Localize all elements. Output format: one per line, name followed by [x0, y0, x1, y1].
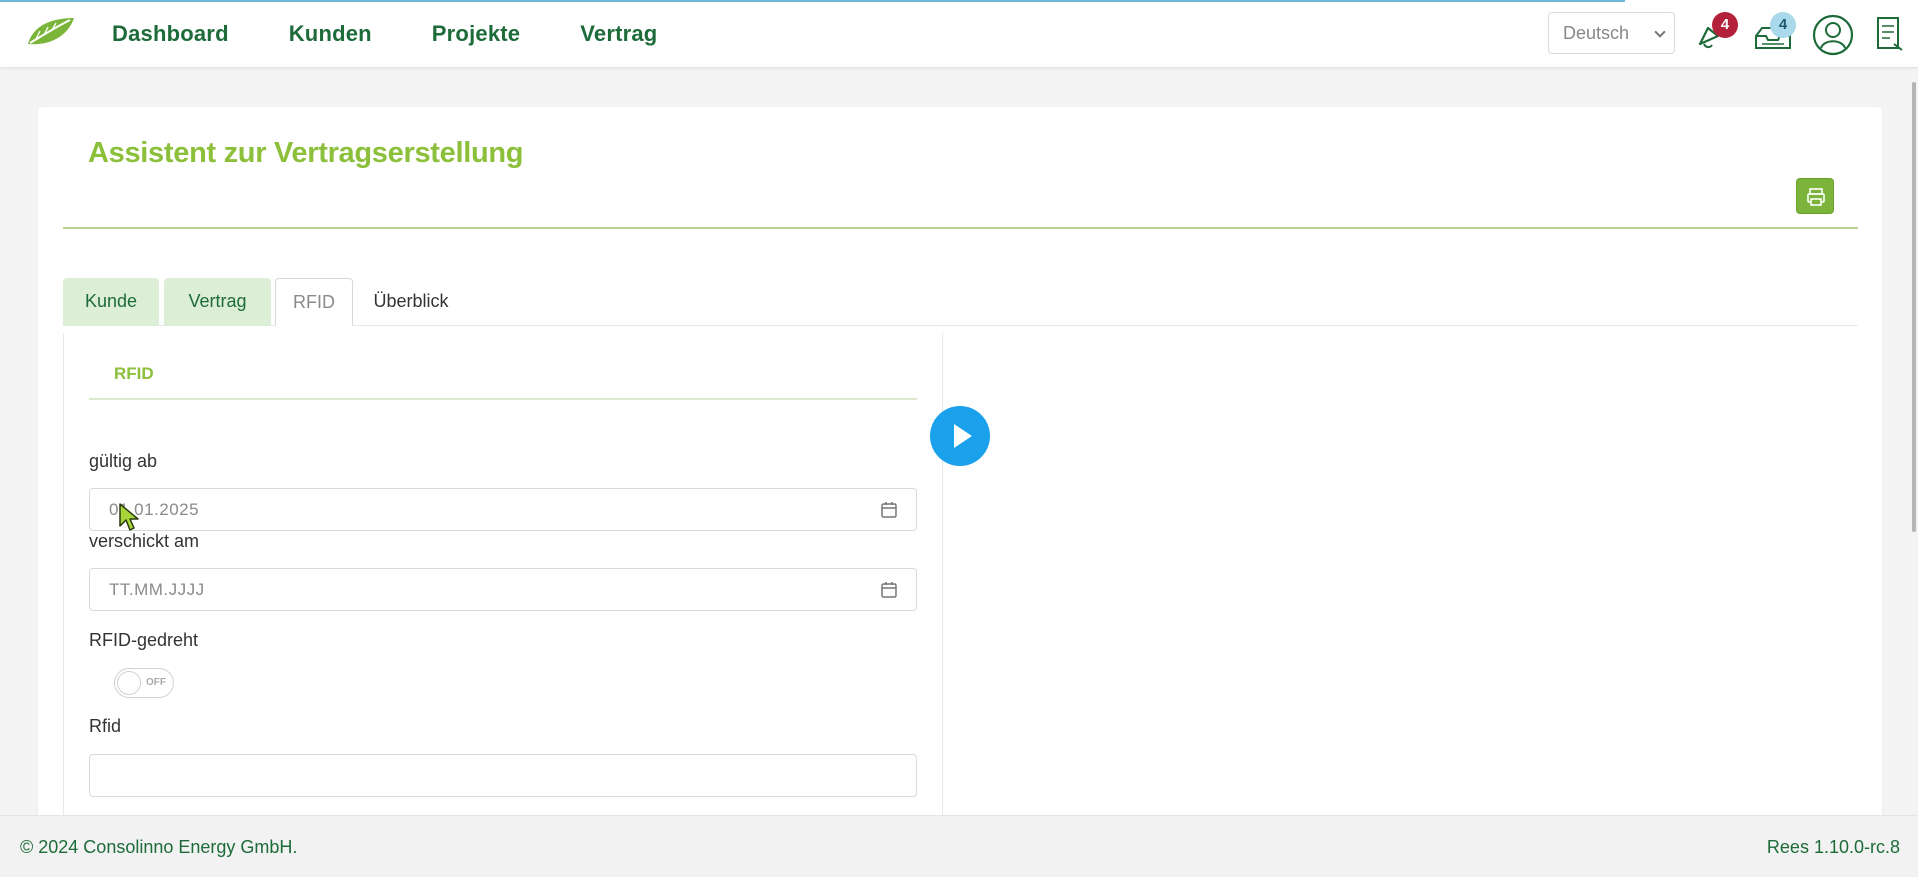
section-title: RFID — [114, 364, 154, 383]
rfid-turned-toggle[interactable]: OFF — [114, 668, 174, 698]
notifications-button[interactable]: 4 — [1694, 12, 1738, 54]
brand-logo[interactable] — [24, 14, 78, 50]
tasks-button[interactable]: 4 — [1752, 12, 1796, 54]
user-avatar-icon — [1812, 14, 1854, 56]
documents-button[interactable] — [1872, 14, 1912, 54]
section-divider — [89, 398, 917, 400]
rfid-turned-label: RFID-gedreht — [89, 630, 199, 650]
mouse-cursor-icon — [119, 503, 139, 531]
contract-wizard-card: Assistent zur Vertragserstellung Kunde V… — [38, 107, 1882, 847]
notifications-badge: 4 — [1712, 12, 1738, 38]
nav-vertrag[interactable]: Vertrag — [580, 21, 657, 47]
rfid-label: Rfid — [89, 716, 122, 736]
sent-on-label: verschickt am — [89, 531, 200, 551]
footer: © 2024 Consolinno Energy GmbH. Rees 1.10… — [0, 815, 1918, 877]
toggle-knob — [117, 671, 141, 695]
nav-kunden[interactable]: Kunden — [289, 21, 372, 47]
tab-kunde[interactable]: Kunde — [63, 278, 159, 326]
toggle-state-text: OFF — [146, 677, 166, 688]
language-select[interactable]: Deutsch — [1548, 12, 1675, 54]
rfid-input[interactable] — [89, 754, 917, 797]
sent-on-placeholder: TT.MM.JJJJ — [109, 580, 205, 599]
page-scrollbar[interactable] — [1912, 82, 1916, 532]
rfid-panel: RFID gültig ab 01.01.2025 verschickt am … — [63, 333, 943, 847]
calendar-icon[interactable] — [880, 581, 898, 599]
footer-version: Rees 1.10.0-rc.8 — [1766, 837, 1900, 857]
print-button[interactable] — [1796, 178, 1834, 214]
user-profile-button[interactable] — [1812, 14, 1854, 56]
tab-ueberblick[interactable]: Überblick — [356, 278, 466, 326]
tasks-badge: 4 — [1770, 12, 1796, 38]
valid-from-date-input[interactable]: 01.01.2025 — [89, 488, 917, 531]
tab-rfid[interactable]: RFID — [275, 278, 353, 326]
language-select-value: Deutsch — [1563, 23, 1630, 43]
video-play-button[interactable] — [930, 406, 990, 466]
valid-from-label: gültig ab — [89, 451, 158, 471]
wizard-tabs: Kunde Vertrag RFID Überblick — [63, 278, 1858, 326]
main-nav: Dashboard Kunden Projekte Vertrag — [112, 0, 717, 68]
sent-on-date-input[interactable]: TT.MM.JJJJ — [89, 568, 917, 611]
page-title: Assistent zur Vertragserstellung — [88, 137, 524, 169]
footer-copyright: © 2024 Consolinno Energy GmbH. — [20, 837, 298, 857]
nav-dashboard[interactable]: Dashboard — [112, 21, 229, 47]
printer-icon — [1807, 188, 1825, 206]
chevron-down-icon — [1654, 26, 1666, 38]
title-divider — [63, 227, 1858, 229]
calendar-icon[interactable] — [880, 501, 898, 519]
top-navbar: Dashboard Kunden Projekte Vertrag Deutsc… — [0, 0, 1918, 68]
tab-vertrag[interactable]: Vertrag — [164, 278, 271, 326]
document-icon — [1877, 17, 1903, 51]
nav-projekte[interactable]: Projekte — [432, 21, 520, 47]
